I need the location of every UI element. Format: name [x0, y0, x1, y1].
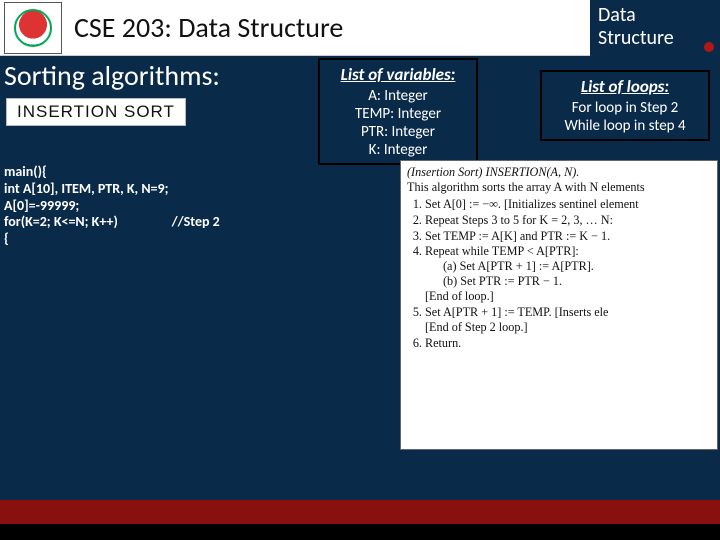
- loops-heading: List of loops:: [552, 76, 698, 97]
- var-line: TEMP: Integer: [330, 105, 466, 123]
- insertion-sort-chip: INSERTION SORT: [6, 98, 186, 126]
- corner-tag: Data Structure: [590, 0, 720, 58]
- algo-step: Set TEMP := A[K] and PTR := K − 1.: [425, 229, 711, 244]
- variables-heading: List of variables:: [330, 64, 466, 85]
- corner-line-2: Structure: [598, 27, 712, 50]
- algo-endloop: [End of Step 2 loop.]: [425, 320, 711, 335]
- slide-title: CSE 203: Data Structure: [74, 10, 343, 45]
- algo-substep: (b) Set PTR := PTR − 1.: [443, 274, 711, 289]
- var-line: PTR: Integer: [330, 123, 466, 141]
- algo-substep: (a) Set A[PTR + 1] := A[PTR].: [443, 259, 711, 274]
- dot-icon: [704, 42, 714, 52]
- loop-line: For loop in Step 2: [552, 99, 698, 117]
- institution-logo: [4, 2, 62, 54]
- footer-red-bar: [0, 500, 720, 524]
- var-line: K: Integer: [330, 141, 466, 159]
- algo-step: Repeat Steps 3 to 5 for K = 2, 3, … N:: [425, 213, 711, 228]
- algo-step: Repeat while TEMP < A[PTR]: (a) Set A[PT…: [425, 244, 711, 304]
- footer-black-bar: [0, 524, 720, 540]
- algo-desc: This algorithm sorts the array A with N …: [407, 180, 711, 195]
- algo-endloop: [End of loop.]: [425, 289, 711, 304]
- loop-line: While loop in step 4: [552, 117, 698, 135]
- var-line: A: Integer: [330, 87, 466, 105]
- section-heading: Sorting algorithms:: [4, 58, 220, 93]
- corner-line-1: Data: [598, 4, 712, 27]
- algo-step: Set A[PTR + 1] := TEMP. [Inserts ele [En…: [425, 305, 711, 335]
- algo-step: Return.: [425, 336, 711, 351]
- loops-box: List of loops: For loop in Step 2 While …: [540, 70, 710, 141]
- variables-box: List of variables: A: Integer TEMP: Inte…: [318, 58, 478, 165]
- algorithm-figure: (Insertion Sort) INSERTION(A, N). This a…: [400, 160, 718, 450]
- code-block: main(){ int A[10], ITEM, PTR, K, N=9; A[…: [4, 164, 220, 248]
- logo-icon: [14, 9, 52, 47]
- algo-step: Set A[0] := −∞. [Initializes sentinel el…: [425, 197, 711, 212]
- algo-title: (Insertion Sort) INSERTION(A, N).: [407, 165, 711, 180]
